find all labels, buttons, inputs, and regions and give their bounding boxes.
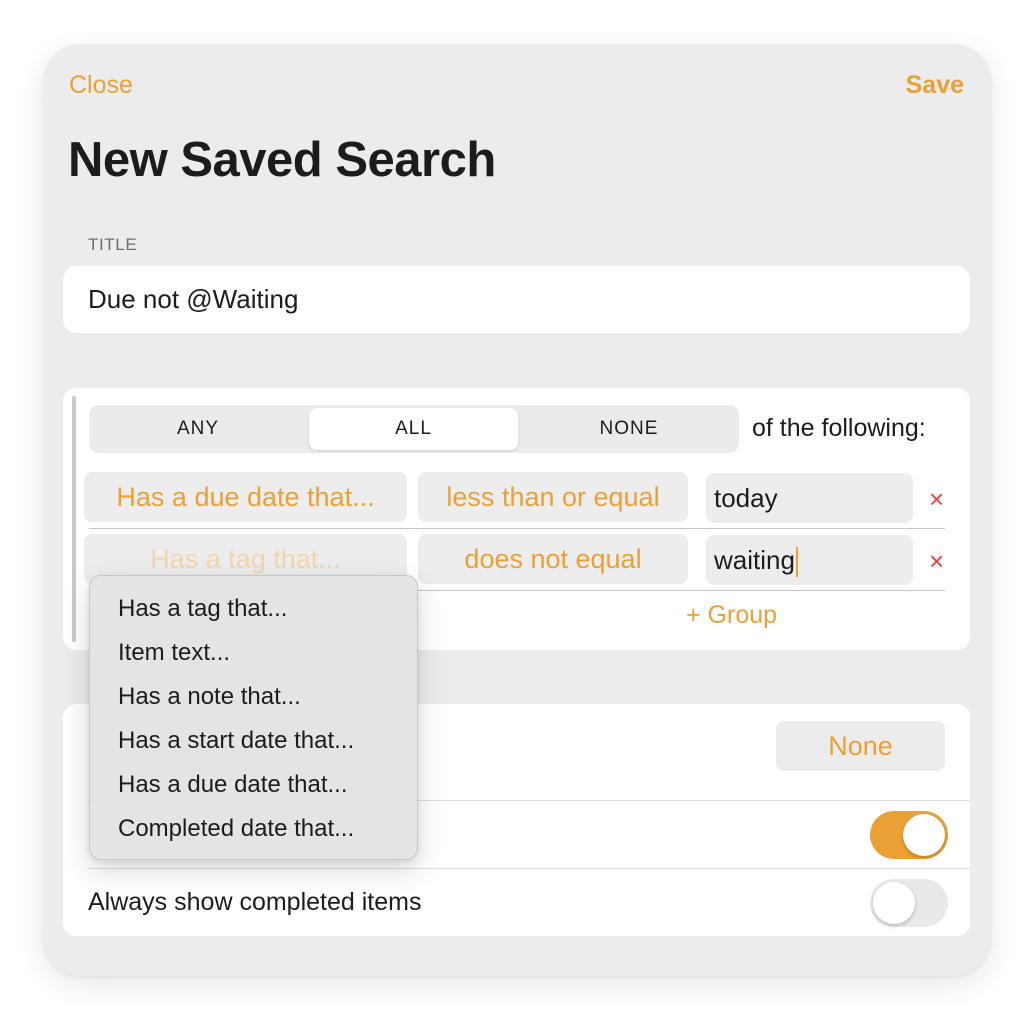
toggle-knob — [873, 882, 915, 924]
match-mode-suffix: of the following: — [752, 414, 926, 442]
save-button[interactable]: Save — [906, 71, 964, 100]
rule-value-text: today — [714, 483, 778, 513]
menu-item-item-text[interactable]: Item text... — [118, 639, 230, 667]
rule-divider — [89, 528, 945, 529]
match-mode-segmented-control: ANY ALL NONE — [89, 405, 739, 453]
menu-item-has-start-date[interactable]: Has a start date that... — [118, 727, 354, 755]
add-group-button[interactable]: + Group — [686, 601, 777, 630]
group-bar — [72, 396, 76, 642]
rule-value-text: waiting — [714, 545, 795, 575]
menu-item-has-tag[interactable]: Has a tag that... — [118, 595, 287, 623]
option-toggle[interactable] — [870, 811, 948, 859]
text-caret — [795, 547, 798, 578]
field-dropdown-menu: Has a tag that... Item text... Has a not… — [89, 575, 418, 860]
menu-item-completed-date[interactable]: Completed date that... — [118, 815, 354, 843]
option-divider — [88, 868, 970, 869]
match-any-option[interactable]: ANY — [92, 408, 304, 450]
rule-value-input[interactable]: today — [706, 473, 913, 523]
always-show-completed-toggle[interactable] — [870, 879, 948, 927]
rule-value-input[interactable]: waiting — [706, 535, 913, 585]
always-show-completed-label: Always show completed items — [88, 888, 422, 916]
title-card — [63, 266, 970, 333]
page-title: New Saved Search — [68, 133, 496, 187]
rule-operator-button[interactable]: does not equal — [418, 534, 688, 584]
remove-rule-icon[interactable]: × — [929, 547, 944, 575]
menu-item-has-due-date[interactable]: Has a due date that... — [118, 771, 348, 799]
close-button[interactable]: Close — [69, 71, 133, 100]
remove-rule-icon[interactable]: × — [929, 485, 944, 513]
match-all-option[interactable]: ALL — [309, 408, 518, 450]
rule-operator-button[interactable]: less than or equal — [418, 472, 688, 522]
rule-field-button[interactable]: Has a due date that... — [84, 472, 407, 522]
toggle-knob — [903, 814, 945, 856]
match-none-option[interactable]: NONE — [523, 408, 735, 450]
menu-item-has-note[interactable]: Has a note that... — [118, 683, 301, 711]
sort-none-button[interactable]: None — [776, 721, 945, 771]
title-section-label: TITLE — [88, 235, 138, 254]
title-input[interactable] — [88, 266, 948, 333]
